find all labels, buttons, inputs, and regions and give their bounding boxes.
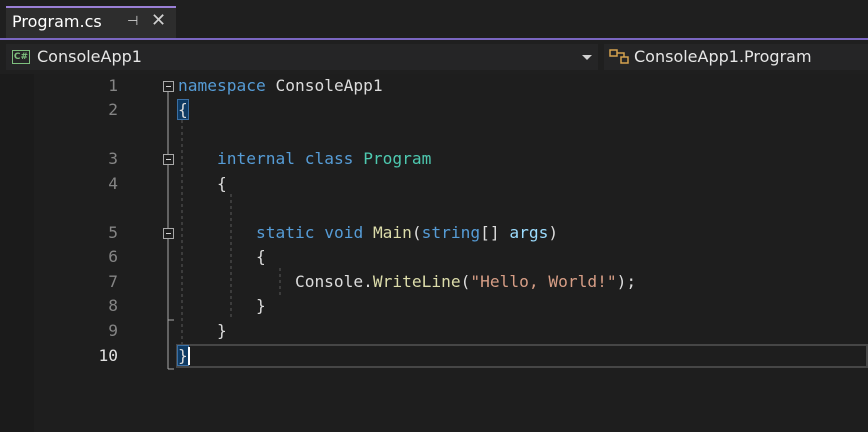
line-number: 8 [108,296,118,315]
code-text[interactable]: internal class Program [178,147,431,171]
code-token: ( [460,272,471,291]
code-line: 1 namespace ConsoleApp1 [0,74,868,98]
code-text[interactable]: namespace ConsoleApp1 [178,74,383,98]
csharp-project-icon: C# [12,50,30,64]
code-line: 7 Console.WriteLine("Hello, World!"); [0,270,868,294]
code-token: ConsoleApp1 [265,76,383,95]
code-text[interactable]: { [177,98,189,122]
line-number: 2 [108,100,118,119]
code-token: Program [363,149,432,168]
code-text[interactable]: } [177,344,189,368]
member-dropdown-label: ConsoleApp1.Program [634,47,812,66]
code-token: ) [548,223,559,242]
code-line: 6 { [0,245,868,269]
code-token: void [324,223,364,242]
code-token: { [177,99,189,120]
code-token: { [178,174,227,193]
code-text[interactable]: } [178,294,266,318]
line-number: 3 [108,149,118,168]
line-number: 7 [108,272,118,291]
code-token: { [178,247,266,266]
code-token: string [421,223,481,242]
code-line: 10} [0,344,868,368]
code-text[interactable]: { [178,172,227,196]
close-icon[interactable]: ✕ [151,10,166,31]
line-number: 9 [108,321,118,340]
code-token: } [177,345,189,366]
class-icon [609,49,629,64]
code-line: 5 static void Main(string[] args) [0,221,868,245]
code-line: 2{ [0,98,868,122]
code-token: internal [216,149,295,168]
code-token: args [509,223,549,242]
code-token: WriteLine [372,272,461,291]
member-dropdown[interactable]: ConsoleApp1.Program [604,44,868,70]
code-text[interactable]: { [178,245,266,269]
line-number: 5 [108,223,118,242]
chevron-down-icon[interactable] [582,55,592,60]
tab-title: Program.cs [12,12,102,31]
code-line: 3 internal class Program [0,147,868,171]
code-text[interactable]: static void Main(string[] args) [178,221,558,245]
code-line: 8 } [0,294,868,318]
code-line: 9 } [0,319,868,343]
line-number: 1 [108,76,118,95]
code-text[interactable]: Console.WriteLine("Hello, World!"); [178,270,636,294]
project-dropdown[interactable]: C# ConsoleApp1 [6,44,598,70]
line-number: 10 [98,346,119,365]
document-tabstrip: Program.cs ⊣ ✕ [0,0,868,38]
line-number: 4 [108,174,118,193]
code-token: namespace [178,76,266,95]
code-token: static [255,223,315,242]
text-caret [188,347,190,365]
code-token: } [178,321,227,340]
code-token: [] [480,223,510,242]
code-token: } [178,296,266,315]
code-token: class [304,149,354,168]
code-token: "Hello, World!" [470,272,617,291]
pin-icon[interactable]: ⊣ [127,14,138,29]
navigation-bar: C# ConsoleApp1 ConsoleApp1.Program [0,40,868,74]
code-token: ); [616,272,637,291]
code-text[interactable]: } [178,319,227,343]
line-number: 6 [108,247,118,266]
code-token: Main [372,223,412,242]
tab-program-cs[interactable]: Program.cs ⊣ ✕ [6,6,176,38]
code-token: Console. [178,272,373,291]
code-line: 4 { [0,172,868,196]
code-editor[interactable]: 1 namespace ConsoleApp1 2{3 internal class… [0,74,868,432]
project-dropdown-label: ConsoleApp1 [37,47,142,66]
code-token: ( [411,223,422,242]
